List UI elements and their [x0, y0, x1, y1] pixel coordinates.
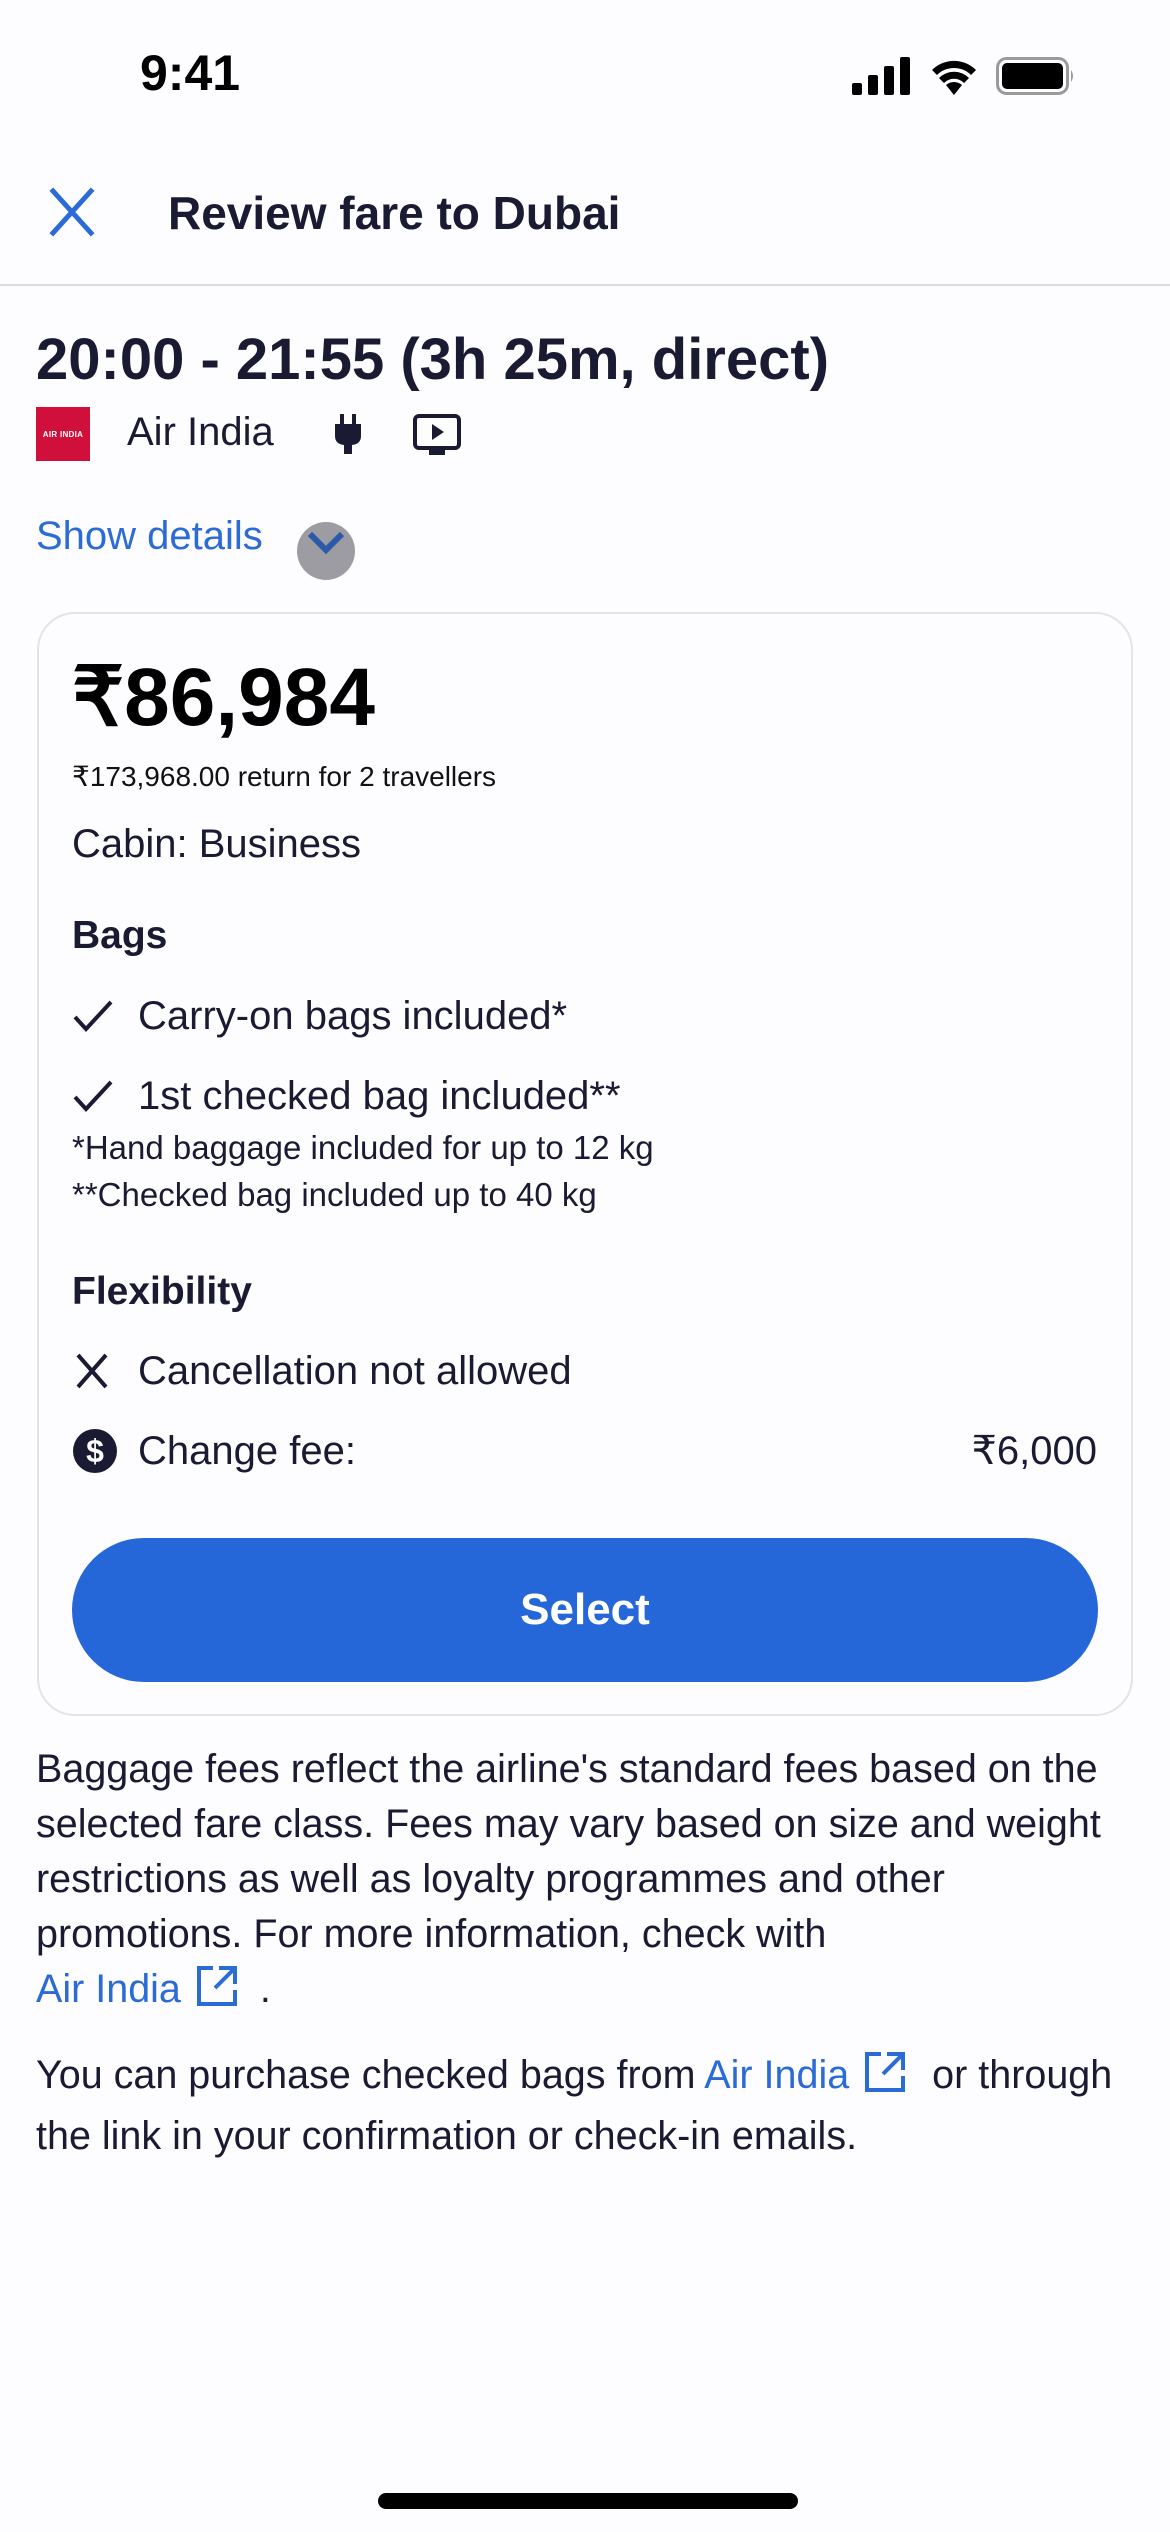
close-icon: [49, 187, 95, 237]
battery-icon: [996, 57, 1073, 95]
wifi-icon: [932, 60, 976, 95]
bag-item-label: 1st checked bag included**: [138, 1073, 621, 1118]
flexibility-title: Flexibility: [72, 1270, 252, 1313]
chevron-down-icon: [307, 531, 345, 555]
status-time: 9:41: [140, 45, 241, 101]
bag-note: *Hand baggage included for up to 12 kg: [72, 1129, 654, 1166]
air-india-link[interactable]: Air India: [36, 1967, 181, 2011]
baggage-info-paragraph: Baggage fees reflect the airline's stand…: [36, 1742, 1146, 2023]
change-fee-row: $ Change fee:: [72, 1428, 356, 1474]
fare-price: ₹86,984: [72, 652, 375, 743]
header-divider: [0, 284, 1170, 286]
period: .: [259, 1967, 271, 2011]
purchase-bags-text: You can purchase checked bags from: [36, 2053, 696, 2097]
entertainment-screen-icon: [413, 414, 461, 455]
purchase-bags-paragraph: You can purchase checked bags from Air I…: [36, 2048, 1146, 2164]
external-link-icon[interactable]: [195, 1964, 239, 2023]
baggage-info-text: Baggage fees reflect the airline's stand…: [36, 1747, 1101, 1956]
checkmark-icon: [72, 993, 124, 1039]
airline-logo: AIR INDIA: [36, 407, 90, 461]
change-fee-value: ₹6,000: [971, 1429, 1097, 1473]
page-title: Review fare to Dubai: [168, 187, 621, 239]
home-indicator[interactable]: [378, 2493, 798, 2509]
cancellation-row: Cancellation not allowed: [72, 1348, 572, 1394]
fare-price-subtitle: ₹173,968.00 return for 2 travellers: [72, 761, 497, 792]
bags-title: Bags: [72, 914, 168, 957]
select-button[interactable]: Select: [72, 1538, 1098, 1682]
external-link-icon[interactable]: [863, 2050, 907, 2109]
cellular-signal-icon: [852, 57, 910, 95]
flight-times: 20:00 - 21:55 (3h 25m, direct): [36, 327, 830, 392]
show-details-link[interactable]: Show details: [36, 514, 263, 559]
power-outlet-icon: [335, 414, 361, 454]
dollar-circle-icon: $: [72, 1428, 124, 1474]
bag-item-label: Carry-on bags included*: [138, 993, 568, 1038]
checkmark-icon: [72, 1073, 124, 1119]
close-button[interactable]: [46, 186, 98, 238]
bag-item: 1st checked bag included**: [72, 1073, 621, 1119]
cancellation-label: Cancellation not allowed: [138, 1348, 572, 1393]
status-icons: [852, 57, 1076, 95]
bag-item: Carry-on bags included*: [72, 993, 567, 1039]
svg-text:$: $: [86, 1433, 104, 1469]
cross-icon: [72, 1348, 124, 1394]
airline-name: Air India: [127, 410, 274, 454]
change-fee-label: Change fee:: [138, 1428, 356, 1473]
air-india-link[interactable]: Air India: [704, 2053, 849, 2097]
show-details-toggle[interactable]: [297, 522, 355, 580]
cabin-class: Cabin: Business: [72, 822, 362, 866]
bag-note: **Checked bag included up to 40 kg: [72, 1176, 597, 1213]
